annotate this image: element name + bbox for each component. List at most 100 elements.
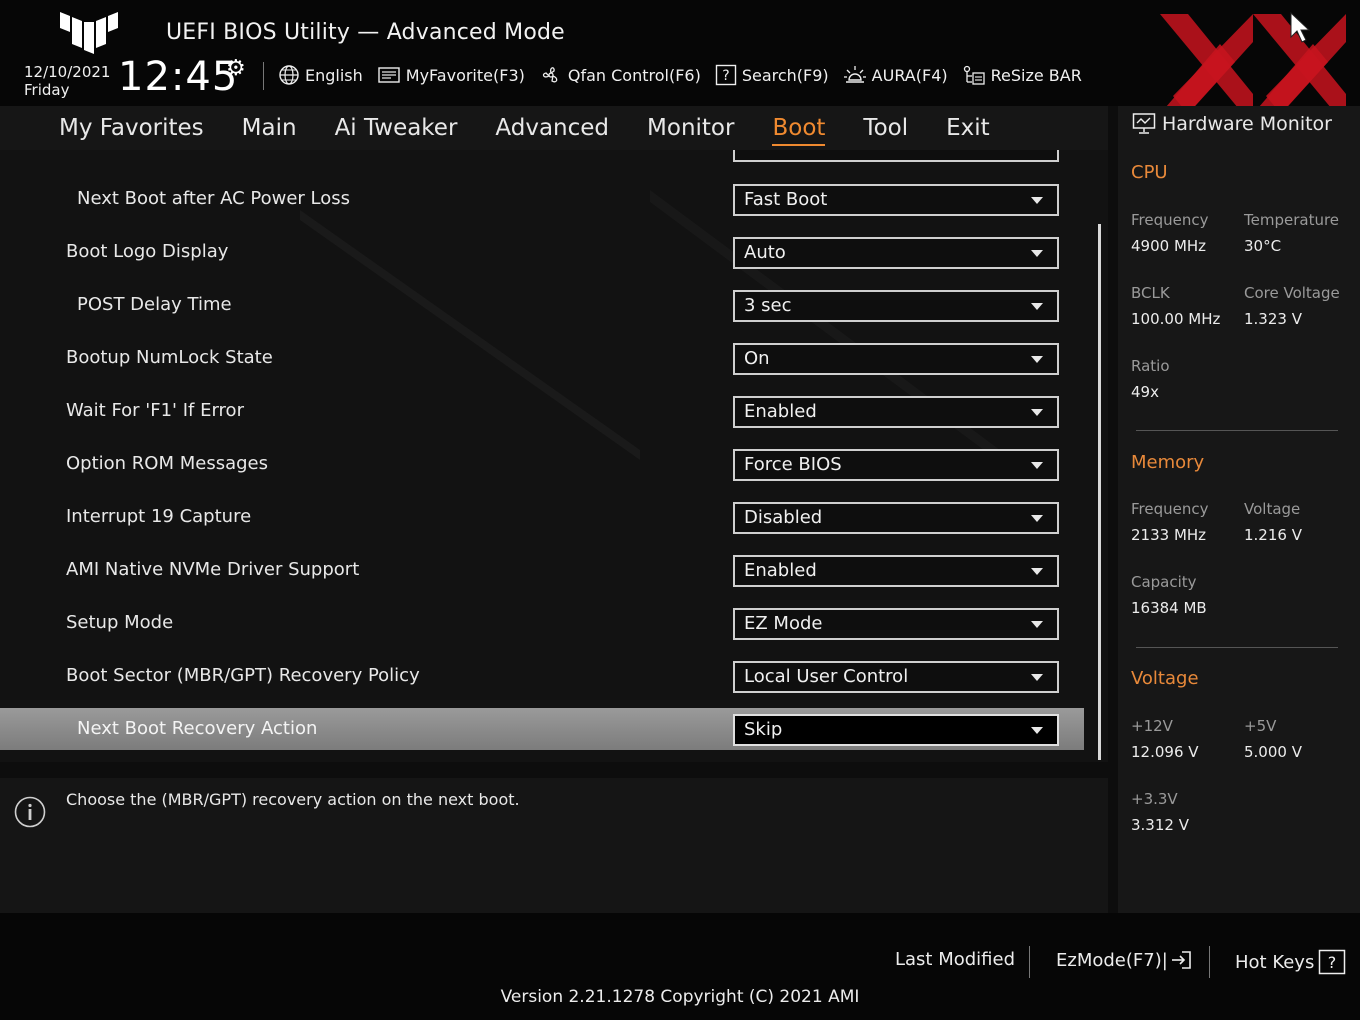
main-tab-bar: My Favorites Main Ai Tweaker Advanced Mo… [0, 106, 1108, 150]
setting-dropdown[interactable]: Enabled [733, 396, 1059, 428]
tab-advanced[interactable]: Advanced [476, 106, 628, 150]
setting-row[interactable]: Bootup NumLock State On [0, 337, 1084, 379]
tab-my-favorites[interactable]: My Favorites [40, 106, 223, 150]
ezmode-label: EzMode(F7)| [1056, 949, 1168, 971]
language-button[interactable]: English [278, 64, 363, 86]
hot-keys-button[interactable]: Hot Keys ? [1235, 949, 1346, 975]
setting-dropdown[interactable]: 3 sec [733, 290, 1059, 322]
tab-boot[interactable]: Boot [753, 106, 844, 150]
memory-voltage-label: Voltage [1244, 500, 1301, 518]
setting-row[interactable]: Interrupt 19 Capture Disabled [0, 496, 1084, 538]
v33-value: 3.312 V [1131, 816, 1189, 834]
app-title: UEFI BIOS Utility — Advanced Mode [166, 20, 565, 45]
setting-row[interactable]: Wait For 'F1' If Error Enabled [0, 390, 1084, 432]
resize-bar-button[interactable]: ReSize BAR [962, 64, 1082, 86]
aura-label: AURA(F4) [871, 65, 948, 85]
clock-settings-gear-icon[interactable]: ⚙ [226, 56, 246, 81]
aura-light-icon [843, 66, 866, 83]
info-icon [14, 796, 46, 828]
language-label: English [305, 65, 363, 85]
search-label: Search(F9) [741, 65, 829, 85]
setting-label: Boot Logo Display [66, 241, 229, 262]
core-voltage-label: Core Voltage [1244, 284, 1340, 302]
exit-arrow-icon [1171, 951, 1191, 969]
setting-dropdown[interactable]: Skip [733, 714, 1059, 746]
memory-voltage-value: 1.216 V [1244, 526, 1302, 544]
caret-down-icon [1031, 568, 1043, 575]
setting-row[interactable]: AMI Native NVMe Driver Support Enabled [0, 549, 1084, 591]
tab-tool[interactable]: Tool [844, 106, 927, 150]
setting-label: AMI Native NVMe Driver Support [66, 559, 360, 580]
setting-label: Option ROM Messages [66, 453, 268, 474]
dropdown-value: Auto [744, 242, 786, 263]
ratio-value: 49x [1131, 383, 1159, 401]
v5-label: +5V [1244, 717, 1277, 735]
tab-list: My Favorites Main Ai Tweaker Advanced Mo… [40, 106, 1009, 150]
question-box-icon: ? [715, 64, 737, 86]
dropdown-value: EZ Mode [744, 613, 823, 634]
setting-dropdown[interactable]: Force BIOS [733, 449, 1059, 481]
setting-row[interactable]: Setup Mode EZ Mode [0, 602, 1084, 644]
memory-frequency-value: 2133 MHz [1131, 526, 1207, 544]
setting-dropdown[interactable]: Local User Control [733, 661, 1059, 693]
dropdown-value: Disabled [744, 507, 823, 528]
setting-dropdown[interactable]: EZ Mode [733, 608, 1059, 640]
monitor-icon [1132, 113, 1156, 134]
caret-down-icon [1031, 303, 1043, 310]
qfan-control-button[interactable]: Qfan Control(F6) [539, 64, 701, 86]
memory-frequency-label: Frequency [1131, 500, 1209, 518]
resize-bar-label: ReSize BAR [990, 65, 1082, 85]
setting-label: Interrupt 19 Capture [66, 506, 252, 527]
header-toolbar: English MyFavorite(F3) Qfan Control(F6) [278, 62, 1096, 88]
ezmode-button[interactable]: EzMode(F7)| [1056, 949, 1192, 971]
tab-exit[interactable]: Exit [927, 106, 1009, 150]
tab-monitor[interactable]: Monitor [628, 106, 753, 150]
dropdown-value: Skip [744, 719, 783, 740]
myfavorite-label: MyFavorite(F3) [405, 65, 525, 85]
footer-bar: Last Modified EzMode(F7)| Hot Keys ? Ver… [0, 913, 1360, 1020]
setting-label: Next Boot after AC Power Loss [77, 188, 351, 209]
clock-time: 12:45 [118, 54, 239, 100]
search-button[interactable]: ? Search(F9) [715, 64, 829, 86]
svg-text:?: ? [722, 68, 729, 84]
bclk-label: BCLK [1131, 284, 1170, 302]
question-box-icon: ? [1319, 949, 1346, 975]
memory-capacity-label: Capacity [1131, 573, 1197, 591]
setting-row[interactable]: Next Boot Recovery Action Skip [0, 708, 1084, 750]
tab-ai-tweaker[interactable]: Ai Tweaker [316, 106, 477, 150]
myfavorite-button[interactable]: MyFavorite(F3) [377, 65, 525, 85]
caret-down-icon [1031, 621, 1043, 628]
cpu-section-divider [1136, 430, 1338, 431]
cpu-temperature-value: 30°C [1244, 237, 1282, 255]
bclk-value: 100.00 MHz [1131, 310, 1221, 328]
footer-divider [1209, 946, 1210, 978]
memory-capacity-value: 16384 MB [1131, 599, 1207, 617]
setting-row[interactable]: Boot Logo Display Auto [0, 231, 1084, 273]
caret-down-icon [1031, 515, 1043, 522]
help-description: Choose the (MBR/GPT) recovery action on … [66, 790, 520, 809]
dropdown-value: Force BIOS [744, 454, 842, 475]
caret-down-icon [1031, 250, 1043, 257]
last-modified-button[interactable]: Last Modified [895, 949, 1015, 970]
setting-row[interactable]: Boot Sector (MBR/GPT) Recovery Policy Loc… [0, 655, 1084, 697]
setting-dropdown[interactable]: On [733, 343, 1059, 375]
setting-dropdown[interactable]: Disabled [733, 502, 1059, 534]
setting-row[interactable]: Option ROM Messages Force BIOS [0, 443, 1084, 485]
ratio-label: Ratio [1131, 357, 1170, 375]
setting-dropdown[interactable]: Auto [733, 237, 1059, 269]
mouse-cursor-icon [1290, 12, 1311, 43]
tab-main[interactable]: Main [223, 106, 316, 150]
hot-keys-label: Hot Keys [1235, 951, 1315, 973]
dropdown-value: Enabled [744, 560, 817, 581]
aura-button[interactable]: AURA(F4) [843, 64, 948, 86]
cpu-heading: CPU [1131, 162, 1168, 183]
voltage-heading: Voltage [1131, 668, 1199, 689]
qfan-control-label: Qfan Control(F6) [567, 65, 701, 85]
footer-divider [1029, 946, 1030, 978]
setting-dropdown[interactable]: Fast Boot [733, 184, 1059, 216]
setting-row[interactable]: POST Delay Time 3 sec [0, 284, 1084, 326]
caret-down-icon [1031, 197, 1043, 204]
setting-dropdown[interactable]: Enabled [733, 555, 1059, 587]
setting-row[interactable]: Next Boot after AC Power Loss Fast Boot [0, 178, 1084, 220]
settings-scrollbar[interactable] [1098, 224, 1101, 760]
